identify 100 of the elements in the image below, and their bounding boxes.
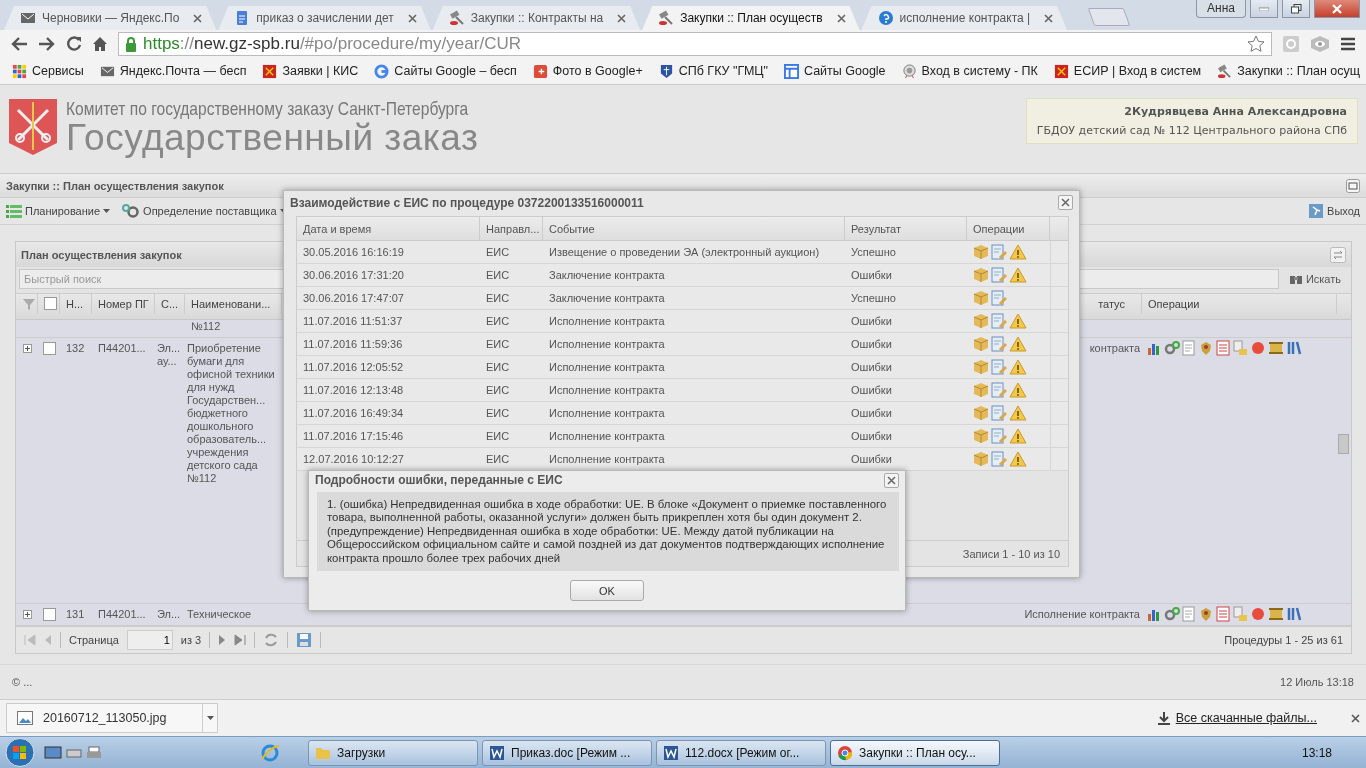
- warning-icon[interactable]: [1009, 451, 1027, 467]
- books-icon[interactable]: [1286, 340, 1302, 356]
- profile-button[interactable]: Анна: [1196, 0, 1246, 18]
- document-edit-icon[interactable]: [991, 359, 1007, 375]
- browser-tab[interactable]: Закупки :: План осуществ: [642, 6, 860, 30]
- list-icon[interactable]: [1216, 340, 1230, 356]
- maximize-icon[interactable]: [1346, 178, 1360, 193]
- books-icon[interactable]: [1286, 606, 1302, 622]
- package-icon[interactable]: [973, 290, 989, 306]
- home-icon[interactable]: [92, 36, 108, 52]
- printer-icon[interactable]: [86, 745, 102, 760]
- warning-icon[interactable]: [1009, 313, 1027, 329]
- package-icon[interactable]: [973, 428, 989, 444]
- reload-icon[interactable]: [66, 36, 82, 52]
- column-header[interactable]: Наименовани...: [185, 294, 282, 314]
- package-icon[interactable]: [973, 313, 989, 329]
- warning-icon[interactable]: [1009, 405, 1027, 421]
- package-icon[interactable]: [973, 405, 989, 421]
- list-icon[interactable]: [1216, 606, 1230, 622]
- document-edit-icon[interactable]: [991, 290, 1007, 306]
- document-edit-icon[interactable]: [991, 382, 1007, 398]
- maximize-button[interactable]: [1282, 0, 1310, 18]
- close-button[interactable]: [1058, 195, 1073, 210]
- checkbox-icon[interactable]: [42, 342, 56, 355]
- page-icon[interactable]: [1182, 340, 1196, 356]
- expand-icon[interactable]: [22, 344, 32, 353]
- column-header[interactable]: С...: [155, 294, 185, 314]
- table-row[interactable]: 11.07.2016 11:51:37 ЕИС Исполнение контракта Ошибки: [297, 310, 1068, 333]
- scroll-icon[interactable]: [1268, 606, 1284, 622]
- drive-icon[interactable]: [66, 746, 82, 759]
- exit-button[interactable]: Выход: [1306, 203, 1362, 219]
- bookmark[interactable]: Заявки | КИС: [256, 63, 365, 79]
- taskbar-item[interactable]: 112.docx [Режим ог...: [656, 739, 826, 766]
- browser-tab[interactable]: Черновики — Яндекс.По: [4, 6, 217, 30]
- package-icon[interactable]: [973, 244, 989, 260]
- warning-icon[interactable]: [1009, 267, 1027, 283]
- warning-icon[interactable]: [1009, 336, 1027, 352]
- warning-icon[interactable]: [1009, 244, 1027, 260]
- close-icon[interactable]: [617, 13, 627, 23]
- new-tab-button[interactable]: [1087, 8, 1131, 26]
- table-row[interactable]: 11.07.2016 17:15:46 ЕИС Исполнение контракта Ошибки: [297, 425, 1068, 448]
- table-row[interactable]: 30.05.2016 16:16:19 ЕИС Извещение о проведении ЭА (электронный аукцион) Успешно: [297, 241, 1068, 264]
- record-icon[interactable]: [1250, 340, 1266, 356]
- last-page-icon[interactable]: [234, 634, 247, 646]
- document-edit-icon[interactable]: [991, 313, 1007, 329]
- download-item[interactable]: 20160712_113050.jpg: [6, 703, 218, 733]
- first-page-icon[interactable]: [24, 634, 36, 646]
- toolbar-menu-button[interactable]: Определение поставщика: [120, 203, 289, 219]
- browser-tab[interactable]: Закупки :: Контракты на: [432, 6, 641, 30]
- package-icon[interactable]: [973, 382, 989, 398]
- document-edit-icon[interactable]: [991, 267, 1007, 283]
- table-row[interactable]: 11.07.2016 11:59:36 ЕИС Исполнение контракта Ошибки: [297, 333, 1068, 356]
- page-field[interactable]: 1: [126, 630, 173, 650]
- taskbar-item[interactable]: Загрузки: [308, 739, 478, 766]
- table-row[interactable]: 30.06.2016 17:31:20 ЕИС Заключение контракта Ошибки: [297, 264, 1068, 287]
- document-edit-icon[interactable]: [991, 244, 1007, 260]
- column-header[interactable]: Событие: [543, 217, 845, 240]
- bookmark[interactable]: Закупки :: План осущ: [1211, 63, 1366, 79]
- warning-icon[interactable]: [1009, 428, 1027, 444]
- browser-tab[interactable]: приказ о зачислении дет: [218, 6, 431, 30]
- desktop-icon[interactable]: [44, 744, 62, 761]
- table-row[interactable]: 12.07.2016 10:12:27 ЕИС Исполнение контракта Ошибки: [297, 448, 1068, 471]
- checkbox-icon[interactable]: [44, 297, 57, 311]
- table-row[interactable]: 11.07.2016 16:49:34 ЕИС Исполнение контракта Ошибки: [297, 402, 1068, 425]
- refresh-icon[interactable]: [263, 632, 280, 648]
- bookmark[interactable]: ЕСИР | Вход в систем: [1047, 63, 1208, 79]
- scroll-icon[interactable]: [1268, 340, 1284, 356]
- forward-icon[interactable]: [38, 36, 56, 52]
- previous-page-icon[interactable]: [44, 634, 52, 646]
- close-icon[interactable]: [1044, 13, 1054, 23]
- column-header[interactable]: Н...: [60, 294, 92, 314]
- ok-button[interactable]: OK: [570, 580, 644, 601]
- close-icon[interactable]: [407, 13, 417, 23]
- stamp-icon[interactable]: [1232, 340, 1248, 356]
- menu-icon[interactable]: [1340, 37, 1356, 51]
- close-icon[interactable]: [1351, 713, 1360, 723]
- column-header[interactable]: Результат: [845, 217, 967, 240]
- close-button[interactable]: [1314, 0, 1360, 18]
- column-header[interactable]: Номер ПГ: [92, 294, 155, 314]
- table-row[interactable]: 30.06.2016 17:47:07 ЕИС Заключение контракта Успешно: [297, 287, 1068, 310]
- bookmark[interactable]: Сервисы: [6, 63, 90, 79]
- address-field[interactable]: https://new.gz-spb.ru/#po/procedure/my/year/CUR: [118, 32, 1272, 56]
- close-button[interactable]: [884, 472, 899, 488]
- bookmark[interactable]: Сайты Google – бесп: [368, 63, 523, 79]
- search-button[interactable]: Искать: [1282, 272, 1347, 286]
- document-edit-icon[interactable]: [991, 405, 1007, 421]
- page-icon[interactable]: [1182, 606, 1196, 622]
- bookmark[interactable]: Вход в систему - ПК: [895, 63, 1044, 79]
- emblem-icon[interactable]: [1198, 606, 1214, 622]
- caret-icon[interactable]: [206, 716, 214, 720]
- document-edit-icon[interactable]: [991, 451, 1007, 467]
- emblem-icon[interactable]: [1198, 340, 1214, 356]
- star-icon[interactable]: [1247, 35, 1265, 53]
- bookmark[interactable]: Фото в Google+: [526, 63, 649, 79]
- close-icon[interactable]: [836, 13, 846, 23]
- package-icon[interactable]: [973, 336, 989, 352]
- filter-icon[interactable]: [22, 296, 36, 311]
- warning-icon[interactable]: [1009, 359, 1027, 375]
- back-icon[interactable]: [10, 36, 28, 52]
- next-page-icon[interactable]: [218, 634, 227, 646]
